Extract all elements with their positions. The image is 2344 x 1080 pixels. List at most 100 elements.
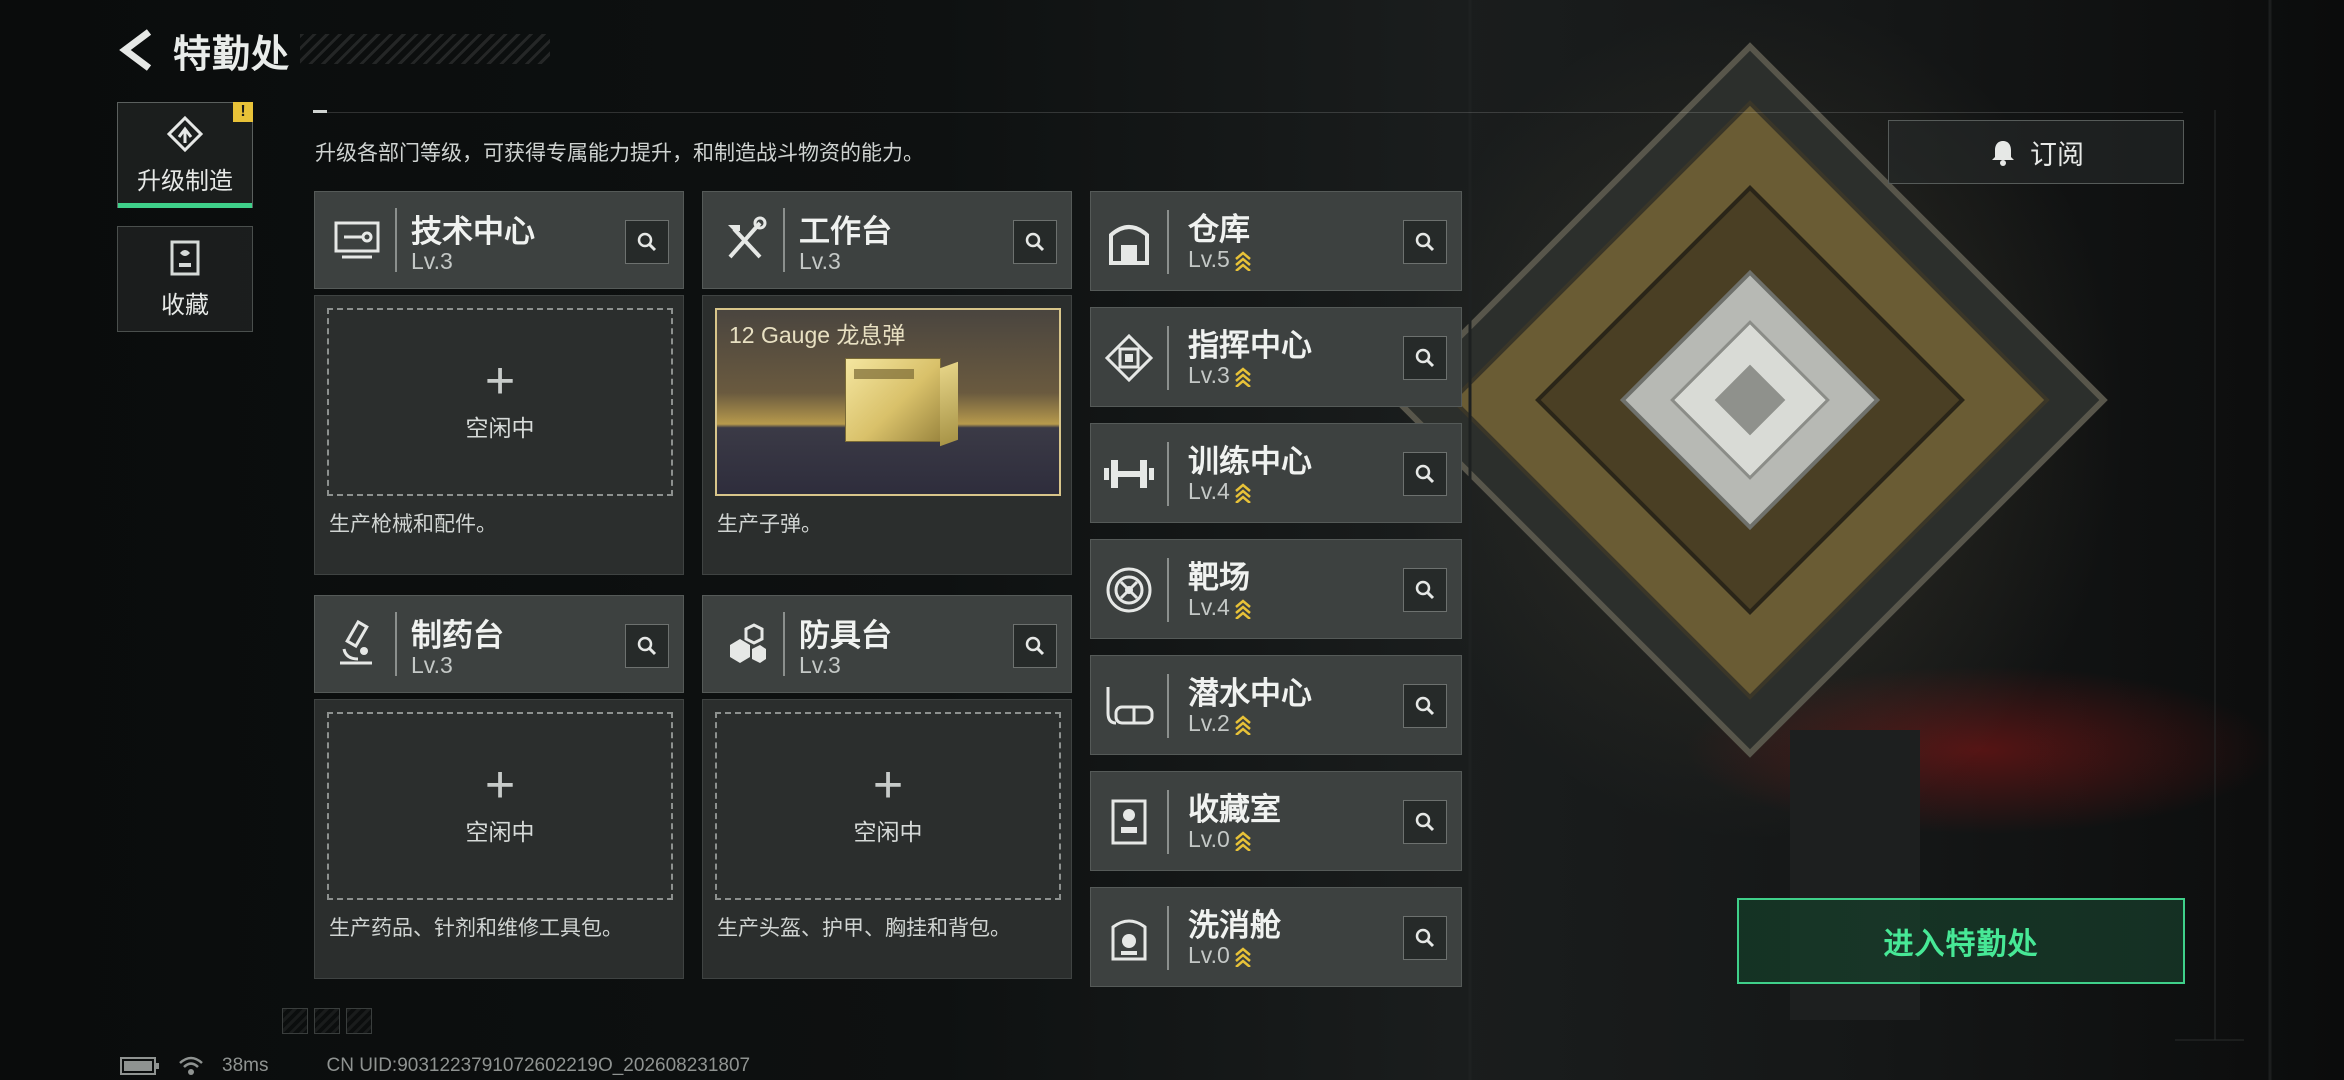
warehouse-icon bbox=[1101, 210, 1157, 274]
bottom-decoration bbox=[282, 1008, 372, 1034]
tech-center-panel: + 空闲中 生产枪械和配件。 bbox=[314, 295, 684, 575]
decon-chamber-icon bbox=[1101, 906, 1157, 970]
inspect-button[interactable] bbox=[1403, 220, 1447, 264]
inspect-button[interactable] bbox=[1403, 916, 1447, 960]
page-description: 升级各部门等级，可获得专属能力提升，和制造战斗物资的能力。 bbox=[315, 142, 924, 165]
separator bbox=[1167, 442, 1169, 506]
facility-tech-center[interactable]: 技术中心 Lv.3 bbox=[314, 191, 684, 289]
facility-armor-bench[interactable]: 防具台 Lv.3 bbox=[702, 595, 1072, 693]
divider bbox=[313, 112, 2183, 113]
empty-production-slot[interactable]: + 空闲中 bbox=[327, 308, 673, 496]
separator bbox=[1167, 326, 1169, 390]
facility-level: Lv.3 bbox=[411, 652, 453, 678]
cubes-icon bbox=[717, 612, 773, 676]
inspect-button[interactable] bbox=[1403, 800, 1447, 844]
search-icon bbox=[637, 232, 657, 252]
nav-label: 升级制造 bbox=[137, 167, 233, 195]
display-case-icon bbox=[1101, 790, 1157, 854]
upgrade-chevron-icon bbox=[1234, 830, 1251, 851]
page-title: 特勤处 bbox=[173, 33, 291, 76]
tech-center-icon bbox=[329, 208, 385, 272]
diving-mask-icon bbox=[1101, 674, 1157, 738]
uid-text: CN UID:9031223791072602219O_202608231807 bbox=[326, 1055, 751, 1076]
inspect-button[interactable] bbox=[1403, 336, 1447, 380]
armor-bench-panel: + 空闲中 生产头盔、护甲、胸挂和背包。 bbox=[702, 699, 1072, 979]
search-icon bbox=[1415, 812, 1435, 832]
separator bbox=[1167, 906, 1169, 970]
level-text: Lv.0 bbox=[1188, 826, 1230, 852]
empty-production-slot[interactable]: + 空闲中 bbox=[327, 712, 673, 900]
separator bbox=[1167, 674, 1169, 738]
facility-collection-room[interactable]: 收藏室 Lv.0 bbox=[1090, 771, 1462, 871]
dumbbell-icon bbox=[1101, 442, 1157, 506]
inspect-button[interactable] bbox=[1403, 452, 1447, 496]
empty-production-slot[interactable]: + 空闲中 bbox=[715, 712, 1061, 900]
tools-icon bbox=[717, 208, 773, 272]
facility-pharmacy[interactable]: 制药台 Lv.3 bbox=[314, 595, 684, 693]
level-text: Lv.5 bbox=[1188, 246, 1230, 272]
collection-icon bbox=[170, 240, 200, 275]
level-text: Lv.4 bbox=[1188, 594, 1230, 620]
facility-level: Lv.4 bbox=[1188, 478, 1252, 505]
facility-name: 收藏室 bbox=[1188, 792, 1281, 827]
wifi-icon bbox=[179, 1056, 203, 1075]
facility-description: 生产子弹。 bbox=[717, 513, 822, 536]
separator bbox=[783, 208, 785, 272]
alert-badge: ! bbox=[233, 102, 253, 122]
back-arrow-icon bbox=[119, 29, 152, 71]
ping-text: 38ms bbox=[222, 1055, 269, 1076]
separator bbox=[395, 208, 397, 272]
inspect-button[interactable] bbox=[1403, 568, 1447, 612]
title-decoration bbox=[300, 34, 550, 64]
product-name: 12 Gauge 龙息弹 bbox=[729, 322, 906, 348]
inspect-button[interactable] bbox=[625, 624, 669, 668]
separator bbox=[1167, 210, 1169, 274]
search-icon bbox=[1025, 232, 1045, 252]
subscribe-button[interactable]: 订阅 bbox=[1888, 120, 2184, 184]
microscope-icon bbox=[329, 612, 385, 676]
facility-level: Lv.0 bbox=[1188, 826, 1252, 853]
nav-tab-upgrade-craft[interactable]: ! 升级制造 bbox=[117, 102, 253, 208]
facility-name: 洗消舱 bbox=[1188, 908, 1281, 943]
target-icon bbox=[1101, 558, 1157, 622]
facility-warehouse[interactable]: 仓库 Lv.5 bbox=[1090, 191, 1462, 291]
battery-icon bbox=[120, 1057, 159, 1075]
bell-icon bbox=[1992, 141, 2014, 166]
production-item[interactable]: 12 Gauge 龙息弹 bbox=[715, 308, 1061, 496]
facility-name: 潜水中心 bbox=[1188, 676, 1312, 711]
level-text: Lv.2 bbox=[1188, 710, 1230, 736]
inspect-button[interactable] bbox=[625, 220, 669, 264]
upgrade-chevron-icon bbox=[1234, 598, 1251, 619]
facility-command-center[interactable]: 指挥中心 Lv.3 bbox=[1090, 307, 1462, 407]
search-icon bbox=[1415, 232, 1435, 252]
facility-diving-center[interactable]: 潜水中心 Lv.2 bbox=[1090, 655, 1462, 755]
header: 特勤处 bbox=[115, 22, 290, 78]
level-text: Lv.0 bbox=[1188, 942, 1230, 968]
facility-description: 生产药品、针剂和维修工具包。 bbox=[329, 917, 623, 940]
inspect-button[interactable] bbox=[1013, 220, 1057, 264]
facility-decon-chamber[interactable]: 洗消舱 Lv.0 bbox=[1090, 887, 1462, 987]
inspect-button[interactable] bbox=[1403, 684, 1447, 728]
facility-workbench[interactable]: 工作台 Lv.3 bbox=[702, 191, 1072, 289]
facility-level: Lv.3 bbox=[411, 248, 453, 274]
facility-name: 训练中心 bbox=[1188, 444, 1312, 479]
nav-tab-collection[interactable]: 收藏 bbox=[117, 226, 253, 332]
search-icon bbox=[1415, 928, 1435, 948]
enter-button-label: 进入特勤处 bbox=[1883, 928, 2039, 961]
enter-special-ops-button[interactable]: 进入特勤处 bbox=[1737, 898, 2185, 984]
upgrade-chevron-icon bbox=[1234, 366, 1251, 387]
facility-training-center[interactable]: 训练中心 Lv.4 bbox=[1090, 423, 1462, 523]
facility-shooting-range[interactable]: 靶场 Lv.4 bbox=[1090, 539, 1462, 639]
separator bbox=[783, 612, 785, 676]
separator bbox=[395, 612, 397, 676]
search-icon bbox=[1025, 636, 1045, 656]
facility-level: Lv.2 bbox=[1188, 710, 1252, 737]
inspect-button[interactable] bbox=[1013, 624, 1057, 668]
back-button[interactable] bbox=[115, 22, 163, 78]
facility-name: 工作台 bbox=[799, 214, 892, 249]
command-center-icon bbox=[1101, 326, 1157, 390]
pharmacy-panel: + 空闲中 生产药品、针剂和维修工具包。 bbox=[314, 699, 684, 979]
search-icon bbox=[1415, 464, 1435, 484]
upgrade-chevron-icon bbox=[1234, 250, 1251, 271]
level-text: Lv.3 bbox=[1188, 362, 1230, 388]
